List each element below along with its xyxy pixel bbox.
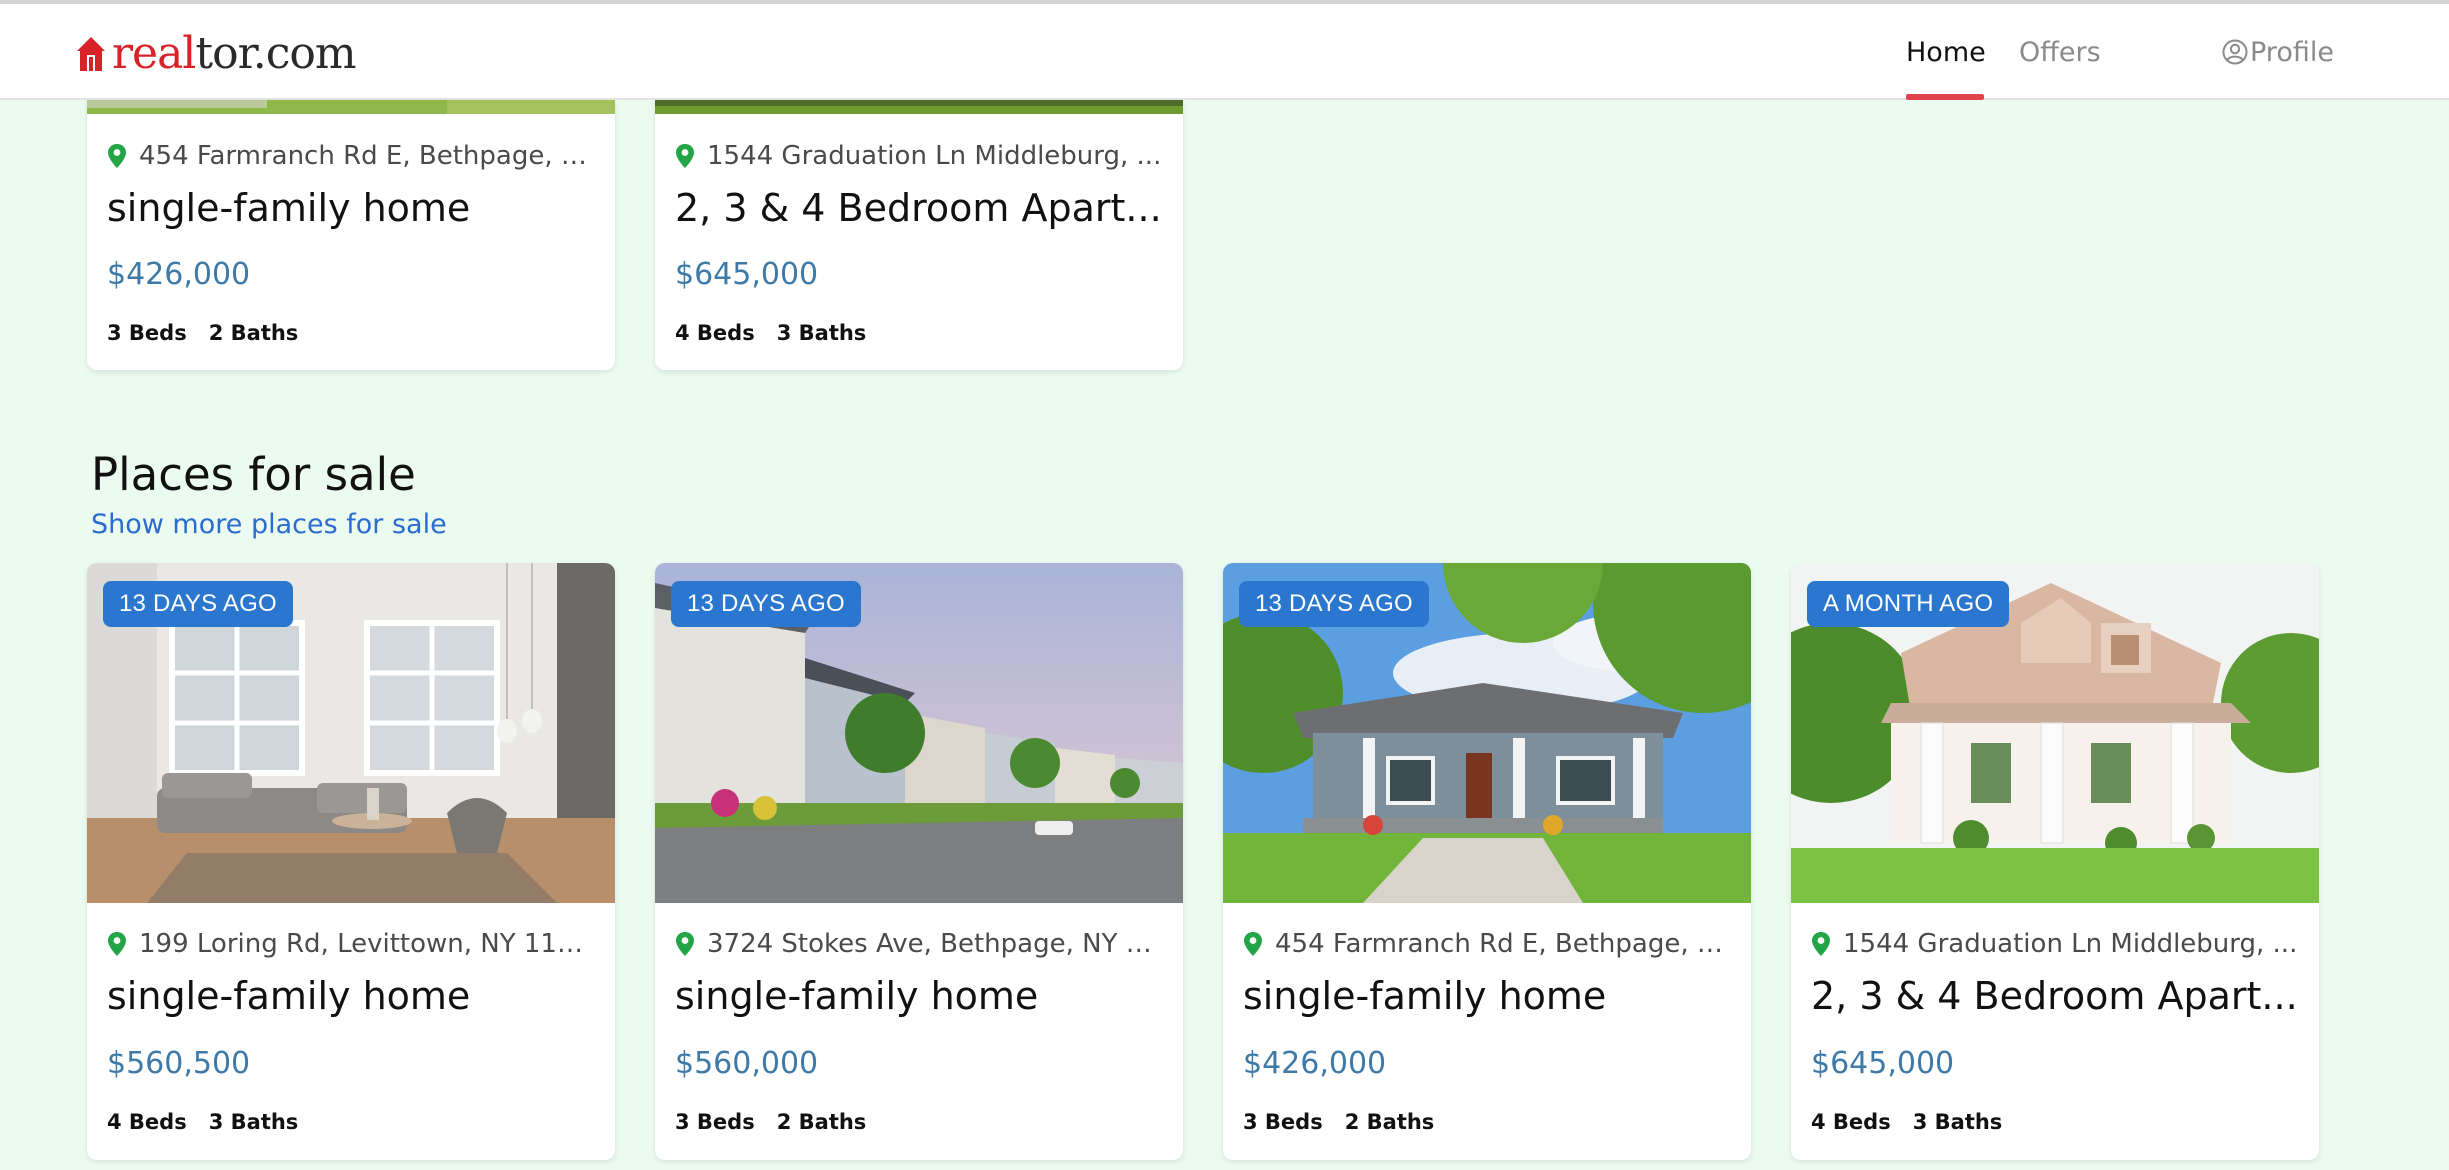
location-pin-icon	[1244, 932, 1262, 956]
realtor-logo[interactable]: realtor.com	[76, 28, 357, 80]
listing-specs: 3 Beds 2 Baths	[1243, 1107, 1434, 1137]
listing-price: $560,000	[675, 1046, 819, 1081]
listing-title: single-family home	[675, 974, 1039, 1018]
listing-price: $560,500	[107, 1046, 251, 1081]
location-pin-icon	[1812, 932, 1830, 956]
listing-photo-strip	[655, 100, 1183, 114]
listing-price: $645,000	[675, 257, 819, 292]
listing-address-text: 1544 Graduation Ln Middleburg, ...	[1843, 929, 2298, 959]
listing-title: 2, 3 & 4 Bedroom Apart...	[675, 186, 1162, 230]
listing-card[interactable]: 1544 Graduation Ln Middleburg, ... 2, 3 …	[655, 100, 1183, 370]
listing-address: 3724 Stokes Ave, Bethpage, NY 11...	[675, 926, 1165, 962]
location-pin-icon	[676, 932, 694, 956]
brand-name-dark: tor.com	[195, 28, 356, 79]
listing-address: 454 Farmranch Rd E, Bethpage, N...	[107, 138, 597, 174]
listing-specs: 4 Beds 3 Baths	[1811, 1107, 2002, 1137]
listing-title: 2, 3 & 4 Bedroom Apart...	[1811, 974, 2298, 1018]
listing-baths: 2 Baths	[1344, 1110, 1435, 1134]
listing-address-text: 199 Loring Rd, Levittown, NY 11756	[139, 929, 597, 959]
listing-address-text: 454 Farmranch Rd E, Bethpage, N...	[139, 141, 597, 171]
listing-address-text: 1544 Graduation Ln Middleburg, ...	[707, 141, 1162, 171]
listing-specs: 3 Beds 2 Baths	[675, 1107, 866, 1137]
listing-beds: 4 Beds	[1811, 1110, 1891, 1134]
nav-profile[interactable]: Profile	[2222, 4, 2334, 100]
listing-title: single-family home	[107, 974, 471, 1018]
listing-specs: 3 Beds 2 Baths	[107, 318, 298, 348]
listing-age-badge: 13 DAYS AGO	[671, 581, 861, 627]
listing-beds: 3 Beds	[1243, 1110, 1323, 1134]
listing-address-text: 454 Farmranch Rd E, Bethpage, N...	[1275, 929, 1733, 959]
listing-card[interactable]: 454 Farmranch Rd E, Bethpage, N... singl…	[87, 100, 615, 370]
listing-baths: 2 Baths	[208, 321, 299, 345]
brand-name-red: real	[112, 28, 196, 79]
listing-address: 1544 Graduation Ln Middleburg, ...	[675, 138, 1165, 174]
site-header: realtor.com Home Offers Profile	[0, 4, 2449, 100]
listing-beds: 3 Beds	[675, 1110, 755, 1134]
brand-name: realtor.com	[112, 32, 357, 76]
section-title: Places for sale	[91, 448, 416, 501]
nav-offers[interactable]: Offers	[2019, 4, 2101, 100]
listing-price: $426,000	[1243, 1046, 1387, 1081]
listing-photo	[87, 100, 615, 114]
listing-address: 1544 Graduation Ln Middleburg, ...	[1811, 926, 2301, 962]
listing-photo	[655, 100, 1183, 114]
show-more-link[interactable]: Show more places for sale	[91, 505, 447, 545]
house-logo-icon	[77, 37, 105, 71]
listing-baths: 3 Baths	[776, 321, 867, 345]
location-pin-icon	[676, 144, 694, 168]
listing-beds: 4 Beds	[675, 321, 755, 345]
nav-profile-label: Profile	[2250, 36, 2334, 68]
nav-home-active-indicator	[1906, 94, 1984, 100]
listing-title: single-family home	[1243, 974, 1607, 1018]
listing-specs: 4 Beds 3 Baths	[675, 318, 866, 348]
listing-address: 199 Loring Rd, Levittown, NY 11756	[107, 926, 597, 962]
listing-card[interactable]: 13 DAYS AGO 454 Farmranch Rd E, Bethpage…	[1223, 563, 1751, 1160]
listing-age-badge: 13 DAYS AGO	[103, 581, 293, 627]
location-pin-icon	[108, 932, 126, 956]
listing-baths: 3 Baths	[208, 1110, 299, 1134]
listing-specs: 4 Beds 3 Baths	[107, 1107, 298, 1137]
listing-card[interactable]: A MONTH AGO 1544 Graduation Ln Middlebur…	[1791, 563, 2319, 1160]
listing-price: $426,000	[107, 257, 251, 292]
listing-age-badge: 13 DAYS AGO	[1239, 581, 1429, 627]
listing-price: $645,000	[1811, 1046, 1955, 1081]
listing-title: single-family home	[107, 186, 471, 230]
user-circle-icon	[2222, 39, 2248, 65]
listing-beds: 4 Beds	[107, 1110, 187, 1134]
listing-address: 454 Farmranch Rd E, Bethpage, N...	[1243, 926, 1733, 962]
listing-card[interactable]: 13 DAYS AGO 199 Loring Rd, Levittown, NY…	[87, 563, 615, 1160]
listing-baths: 2 Baths	[776, 1110, 867, 1134]
listing-address-text: 3724 Stokes Ave, Bethpage, NY 11...	[707, 929, 1165, 959]
listing-beds: 3 Beds	[107, 321, 187, 345]
listing-card[interactable]: 13 DAYS AGO 3724 Stokes Ave, Bethpage, N…	[655, 563, 1183, 1160]
listing-baths: 3 Baths	[1912, 1110, 2003, 1134]
listing-age-badge: A MONTH AGO	[1807, 581, 2010, 627]
location-pin-icon	[108, 144, 126, 168]
listing-photo-strip	[87, 100, 615, 114]
nav-home[interactable]: Home	[1906, 4, 1986, 100]
